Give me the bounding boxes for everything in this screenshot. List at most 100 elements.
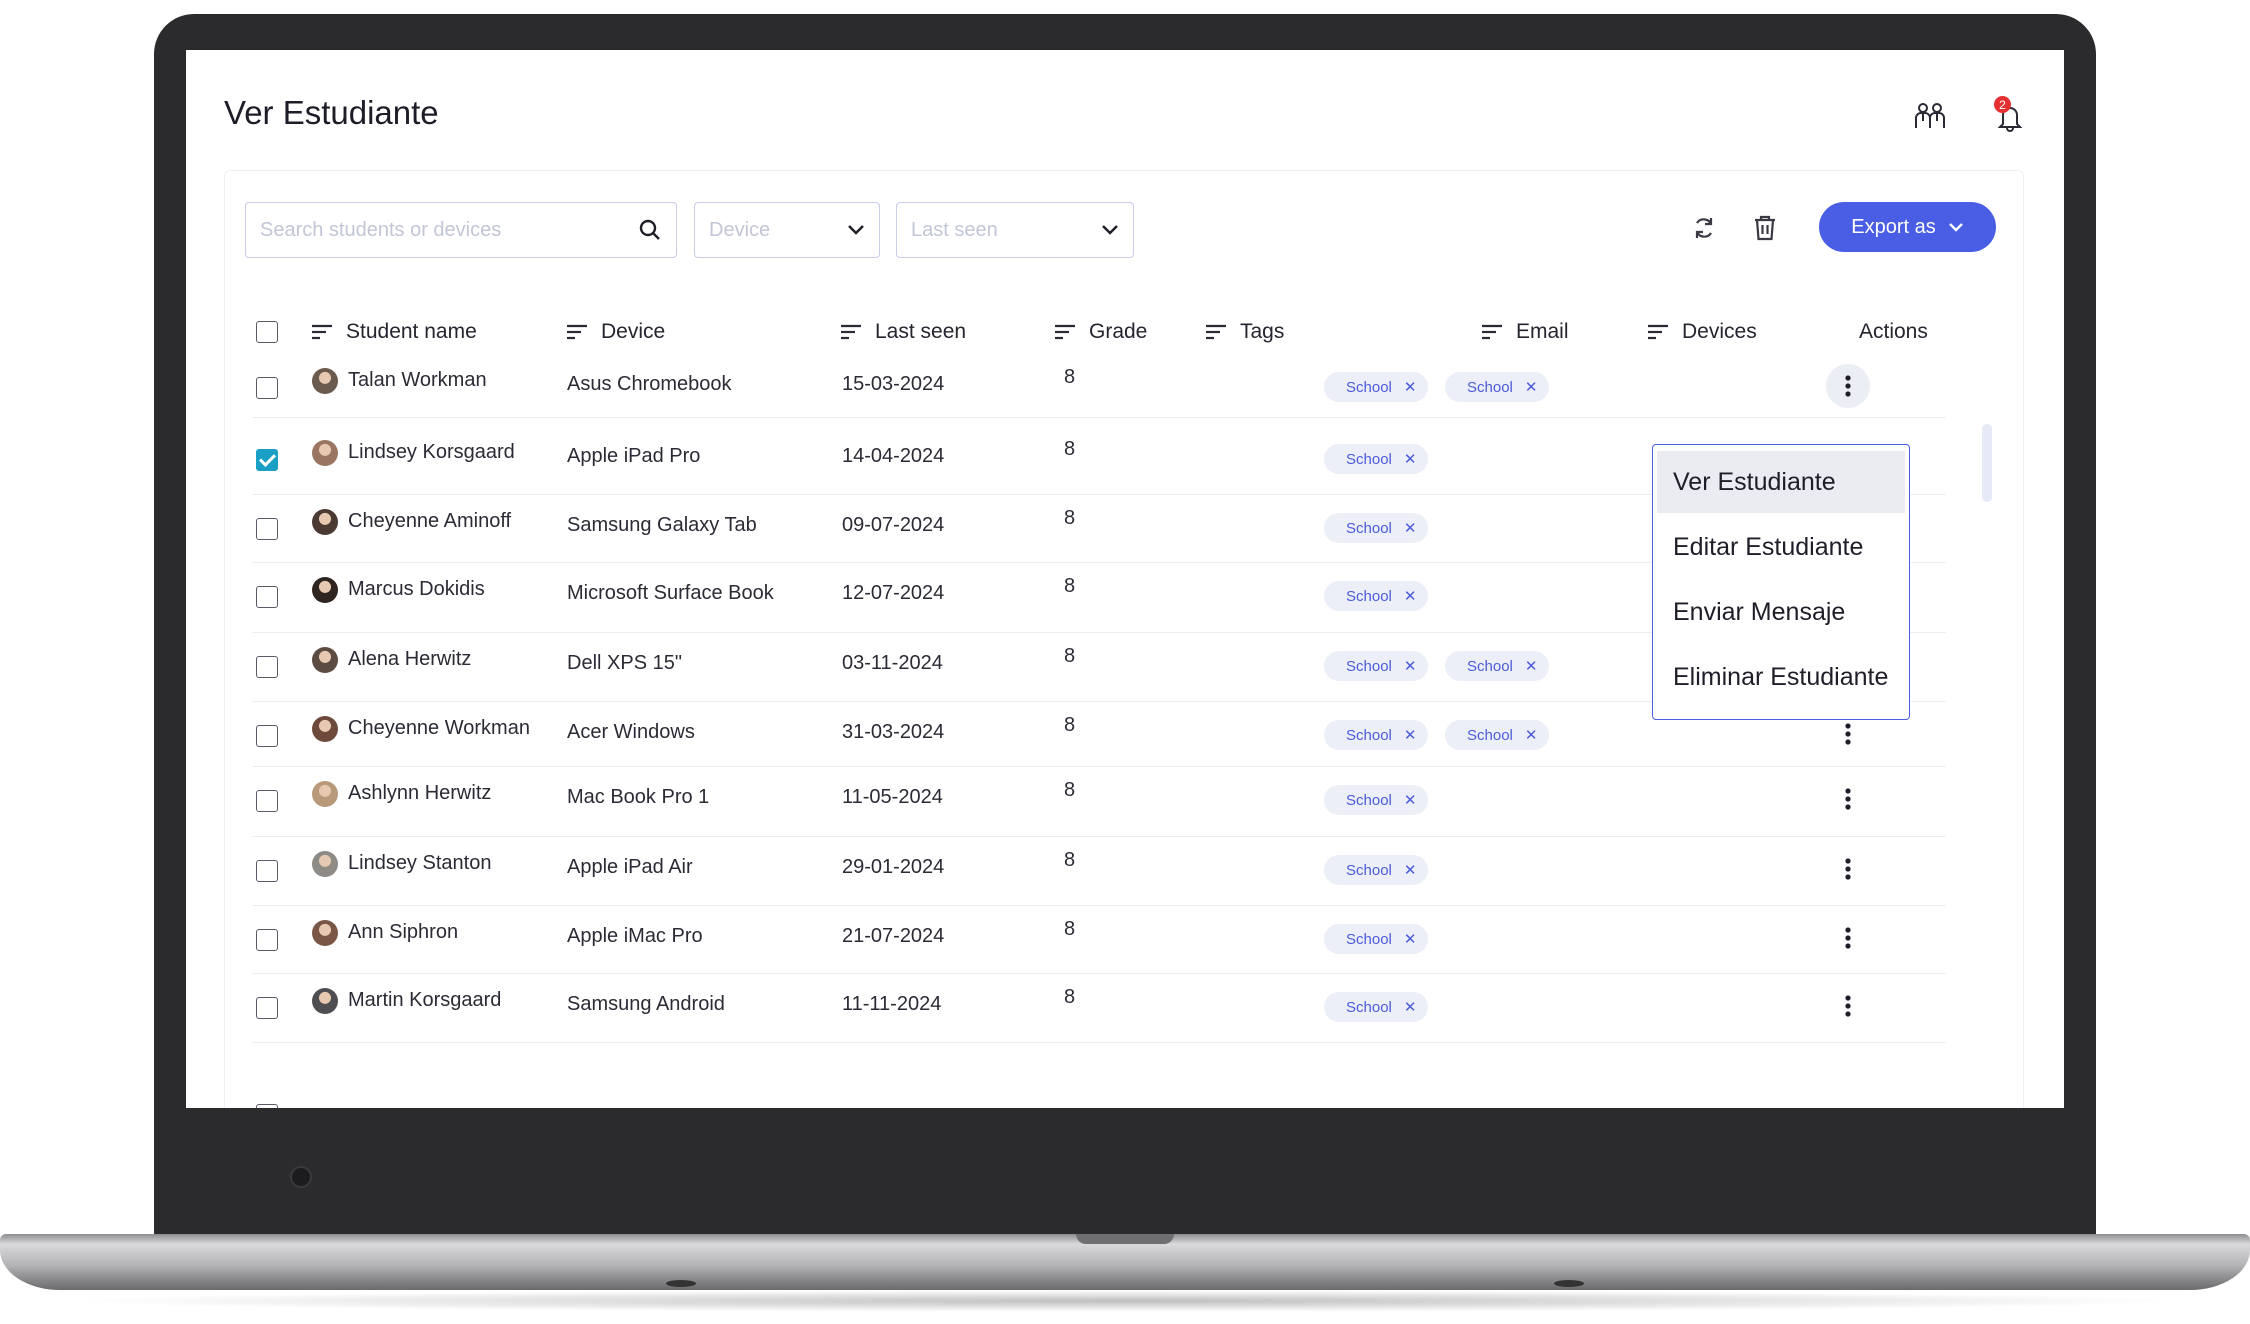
students-group-icon[interactable] [1910,96,1950,136]
avatar [312,509,338,535]
column-grade[interactable]: Grade [1055,312,1147,352]
close-icon[interactable]: ✕ [1404,791,1417,809]
column-device[interactable]: Device [567,312,665,352]
export-button[interactable]: Export as [1819,202,1996,252]
tag-label: School [1346,930,1392,948]
row-checkbox[interactable] [256,1104,278,1108]
sort-lines-icon [841,324,861,340]
table-header: Student name Device Last seen Grade Tags… [186,312,2064,352]
close-icon[interactable]: ✕ [1404,998,1417,1016]
close-icon[interactable]: ✕ [1404,657,1417,675]
close-icon[interactable]: ✕ [1525,657,1538,675]
avatar [312,716,338,742]
column-label: Student name [346,320,477,343]
last-seen-date: 12-07-2024 [842,582,945,604]
device-name: Asus Chromebook [567,373,732,395]
tag-label: School [1346,998,1392,1016]
student-name: Marcus Dokidis [348,578,485,600]
tag-label: School [1467,726,1513,744]
close-icon[interactable]: ✕ [1404,450,1417,468]
column-tags[interactable]: Tags [1206,312,1284,352]
column-last-seen[interactable]: Last seen [841,312,966,352]
tag-chip: School ✕ [1324,444,1429,474]
tag-chip: School ✕ [1445,651,1550,681]
close-icon[interactable]: ✕ [1525,378,1538,396]
menu-item-delete-student[interactable]: Eliminar Estudiante [1657,646,1905,708]
close-icon[interactable]: ✕ [1404,519,1417,537]
avatar [312,920,338,946]
row-checkbox[interactable] [256,790,278,812]
app-screen: Ver Estudiante 2 Device Last seen [186,50,2064,1108]
tag-chip: School ✕ [1324,581,1429,611]
table-row[interactable]: Ashlynn Herwitz Mac Book Pro 1 11-05-2024 8… [252,767,1946,837]
close-icon[interactable]: ✕ [1404,587,1417,605]
laptop-shadow [60,1290,2190,1312]
tag-label: School [1346,791,1392,809]
row-checkbox[interactable] [256,929,278,951]
column-student-name[interactable]: Student name [312,312,477,352]
trash-icon [1755,215,1775,241]
row-checkbox[interactable] [256,725,278,747]
close-icon[interactable]: ✕ [1404,861,1417,879]
bell-icon[interactable]: 2 [1990,96,2030,136]
avatar [312,781,338,807]
chevron-down-icon [1102,225,1118,235]
more-vertical-icon[interactable] [1826,916,1870,960]
table-row[interactable]: Martin Korsgaard Samsung Android 11-11-202… [252,974,1946,1043]
more-vertical-icon[interactable] [1826,847,1870,891]
select-all-checkbox[interactable] [256,321,278,343]
export-label: Export as [1851,215,1936,238]
column-email[interactable]: Email [1482,312,1569,352]
column-devices[interactable]: Devices [1648,312,1757,352]
table-row[interactable]: Ann Siphron Apple iMac Pro 21-07-2024 8 Scho… [252,906,1946,974]
close-icon[interactable]: ✕ [1525,726,1538,744]
delete-button[interactable] [1745,208,1785,248]
search-field[interactable] [245,202,677,258]
row-checkbox[interactable] [256,656,278,678]
menu-item-send-message[interactable]: Enviar Mensaje [1657,581,1905,643]
row-checkbox[interactable] [256,518,278,540]
tag-chip: School ✕ [1324,372,1429,402]
menu-item-view-student[interactable]: Ver Estudiante [1657,451,1905,513]
sort-lines-icon [312,324,332,340]
tag-label: School [1346,519,1392,537]
row-checkbox[interactable] [256,449,278,471]
tag-label: School [1467,657,1513,675]
tag-label: School [1346,450,1392,468]
tag-chip: School ✕ [1324,924,1429,954]
device-name: Samsung Android [567,993,725,1015]
row-checkbox[interactable] [256,377,278,399]
tag-label: School [1346,378,1392,396]
device-name: Apple iPad Pro [567,445,701,467]
column-label: Last seen [875,320,967,343]
last-seen-date: 15-03-2024 [842,373,945,395]
more-vertical-icon[interactable] [1826,364,1870,408]
close-icon[interactable]: ✕ [1404,378,1417,396]
refresh-button[interactable] [1684,208,1724,248]
more-vertical-icon[interactable] [1826,777,1870,821]
grade-value: 8 [1064,779,1076,801]
table-row[interactable]: Talan Workman Asus Chromebook 15-03-2024 8 S… [252,354,1946,418]
search-icon[interactable] [638,218,662,242]
scrollbar[interactable] [1982,424,1992,502]
student-name: Ann Siphron [348,921,459,943]
avatar [312,368,338,394]
grade-value: 8 [1064,645,1076,667]
last-seen-filter[interactable]: Last seen [896,202,1134,258]
student-name: Alena Herwitz [348,648,472,670]
close-icon[interactable]: ✕ [1404,726,1417,744]
close-icon[interactable]: ✕ [1404,930,1417,948]
menu-item-edit-student[interactable]: Editar Estudiante [1657,516,1905,578]
row-checkbox[interactable] [256,586,278,608]
student-name: Lindsey Stanton [348,852,492,874]
more-vertical-icon[interactable] [1826,984,1870,1028]
row-checkbox[interactable] [256,997,278,1019]
search-input[interactable] [260,218,638,242]
device-name: Samsung Galaxy Tab [567,514,757,536]
device-filter[interactable]: Device [694,202,880,258]
table-row[interactable]: Lindsey Stanton Apple iPad Air 29-01-2024 8… [252,837,1946,906]
grade-value: 8 [1064,918,1076,940]
column-label: Grade [1089,320,1148,343]
column-label: Email [1516,320,1569,343]
row-checkbox[interactable] [256,860,278,882]
